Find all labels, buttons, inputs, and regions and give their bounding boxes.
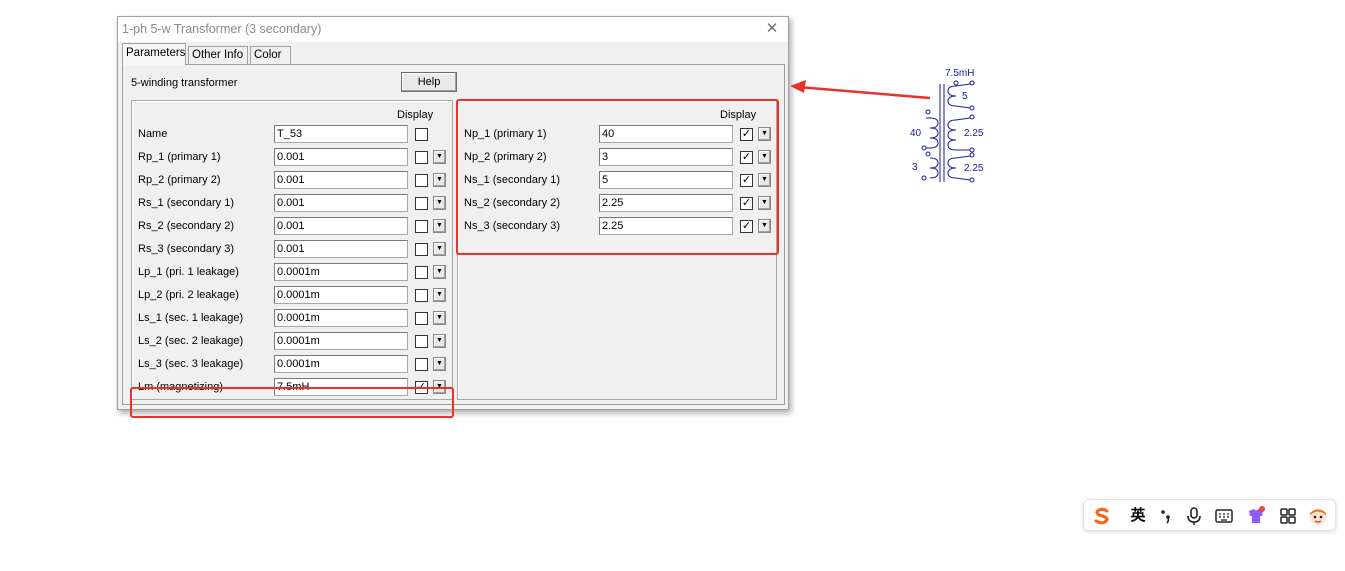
param-dropdown-button[interactable]: ▼ [433,196,446,210]
ime-language-toggle[interactable]: 英 [1126,504,1150,528]
param-label: Ls_1 (sec. 1 leakage) [138,312,244,324]
tab-other-info[interactable]: Other Info [188,46,248,64]
param-display-checkbox[interactable] [415,335,428,348]
param-value-field[interactable]: 0.0001m [274,286,408,304]
dialog-titlebar: 1-ph 5-w Transformer (3 secondary) [118,17,788,42]
param-label: Rp_2 (primary 2) [138,174,221,186]
param-label: Rs_1 (secondary 1) [138,197,234,209]
param-display-checkbox[interactable] [415,358,428,371]
param-dropdown-button[interactable]: ▼ [433,334,446,348]
param-dropdown-button[interactable]: ▼ [433,288,446,302]
param-label: Lp_2 (pri. 2 leakage) [138,289,239,301]
left-parameter-group: Display Name T_53 Rp_1 (primary 1) 0.001 ▼ Rp… [131,100,453,400]
param-dropdown-button[interactable]: ▼ [433,173,446,187]
ime-toolbar: 英 [1083,499,1336,531]
parameters-panel: 5-winding transformer Help Display Name T… [122,64,785,418]
secondary-2-turns: 2.25 [964,128,984,139]
param-dropdown-button[interactable]: ▼ [433,357,446,371]
mascot-icon[interactable] [1306,504,1330,528]
param-row: Rs_2 (secondary 2) 0.001 ▼ [138,217,450,235]
secondary-3-turns: 2.25 [964,163,984,174]
close-icon[interactable]: ✕ [764,20,780,38]
left-display-header: Display [397,109,434,121]
sogou-logo-icon[interactable] [1090,504,1114,528]
param-display-checkbox[interactable] [415,289,428,302]
primary-1-coil [921,109,939,151]
param-dropdown-button[interactable]: ▼ [433,150,446,164]
param-label: Ls_3 (sec. 3 leakage) [138,358,244,370]
param-value-field[interactable]: T_53 [274,125,408,143]
primary-2-turns: 3 [912,162,918,173]
secondary-1-turns: 5 [962,91,968,102]
param-value-field[interactable]: 0.001 [274,240,408,258]
transformer-schematic[interactable]: 7.5mH 40 3 5 2.25 2.25 [900,62,1000,187]
param-dropdown-button[interactable]: ▼ [433,242,446,256]
param-display-checkbox[interactable] [415,151,428,164]
param-display-checkbox[interactable] [415,243,428,256]
param-row: Rs_1 (secondary 1) 0.001 ▼ [138,194,450,212]
tab-parameters[interactable]: Parameters [122,43,186,65]
param-display-checkbox[interactable] [415,266,428,279]
primary-2-coil [921,151,939,181]
param-row: Ls_1 (sec. 1 leakage) 0.0001m ▼ [138,309,450,327]
transformer-dialog: 1-ph 5-w Transformer (3 secondary) ✕ Par… [117,16,789,418]
dialog-title: 1-ph 5-w Transformer (3 secondary) [122,22,322,36]
keyboard-icon[interactable] [1212,504,1236,528]
tab-color[interactable]: Color [250,46,291,64]
param-value-field[interactable]: 0.001 [274,171,408,189]
microphone-icon[interactable] [1182,504,1206,528]
param-label: Name [138,128,168,140]
param-dropdown-button[interactable]: ▼ [433,219,446,233]
param-label: Rs_2 (secondary 2) [138,220,234,232]
arrow-head [790,80,806,93]
param-value-field[interactable]: 0.001 [274,148,408,166]
param-value-field[interactable]: 0.001 [274,217,408,235]
param-row: Rp_1 (primary 1) 0.001 ▼ [138,148,450,166]
param-row: Rs_3 (secondary 3) 0.001 ▼ [138,240,450,258]
param-row: Lp_2 (pri. 2 leakage) 0.0001m ▼ [138,286,450,304]
turns-highlight-box [456,99,779,255]
param-row: Ls_3 (sec. 3 leakage) 0.0001m ▼ [138,355,450,373]
param-label: Ls_2 (sec. 2 leakage) [138,335,244,347]
param-dropdown-button[interactable]: ▼ [433,311,446,325]
panel-description: 5-winding transformer [131,77,238,89]
param-display-checkbox[interactable] [415,174,428,187]
param-display-checkbox[interactable] [415,128,428,141]
param-row: Rp_2 (primary 2) 0.001 ▼ [138,171,450,189]
param-display-checkbox[interactable] [415,220,428,233]
param-row: Lp_1 (pri. 1 leakage) 0.0001m ▼ [138,263,450,281]
secondary-1-coil [947,80,975,111]
param-label: Rs_3 (secondary 3) [138,243,234,255]
param-value-field[interactable]: 0.0001m [274,309,408,327]
param-label: Rp_1 (primary 1) [138,151,221,163]
grid-menu-icon[interactable] [1276,504,1300,528]
lm-highlight-box [130,387,454,418]
param-display-checkbox[interactable] [415,312,428,325]
param-row: Ls_2 (sec. 2 leakage) 0.0001m ▼ [138,332,450,350]
primary-1-turns: 40 [910,128,922,139]
param-row: Name T_53 [138,125,450,143]
help-button[interactable]: Help [401,72,457,92]
punctuation-icon[interactable] [1154,504,1178,528]
schematic-lm-label: 7.5mH [945,68,974,79]
param-display-checkbox[interactable] [415,197,428,210]
param-value-field[interactable]: 0.0001m [274,355,408,373]
skin-icon[interactable] [1244,504,1268,528]
param-label: Lp_1 (pri. 1 leakage) [138,266,239,278]
param-value-field[interactable]: 0.0001m [274,263,408,281]
param-value-field[interactable]: 0.001 [274,194,408,212]
param-value-field[interactable]: 0.0001m [274,332,408,350]
param-dropdown-button[interactable]: ▼ [433,265,446,279]
